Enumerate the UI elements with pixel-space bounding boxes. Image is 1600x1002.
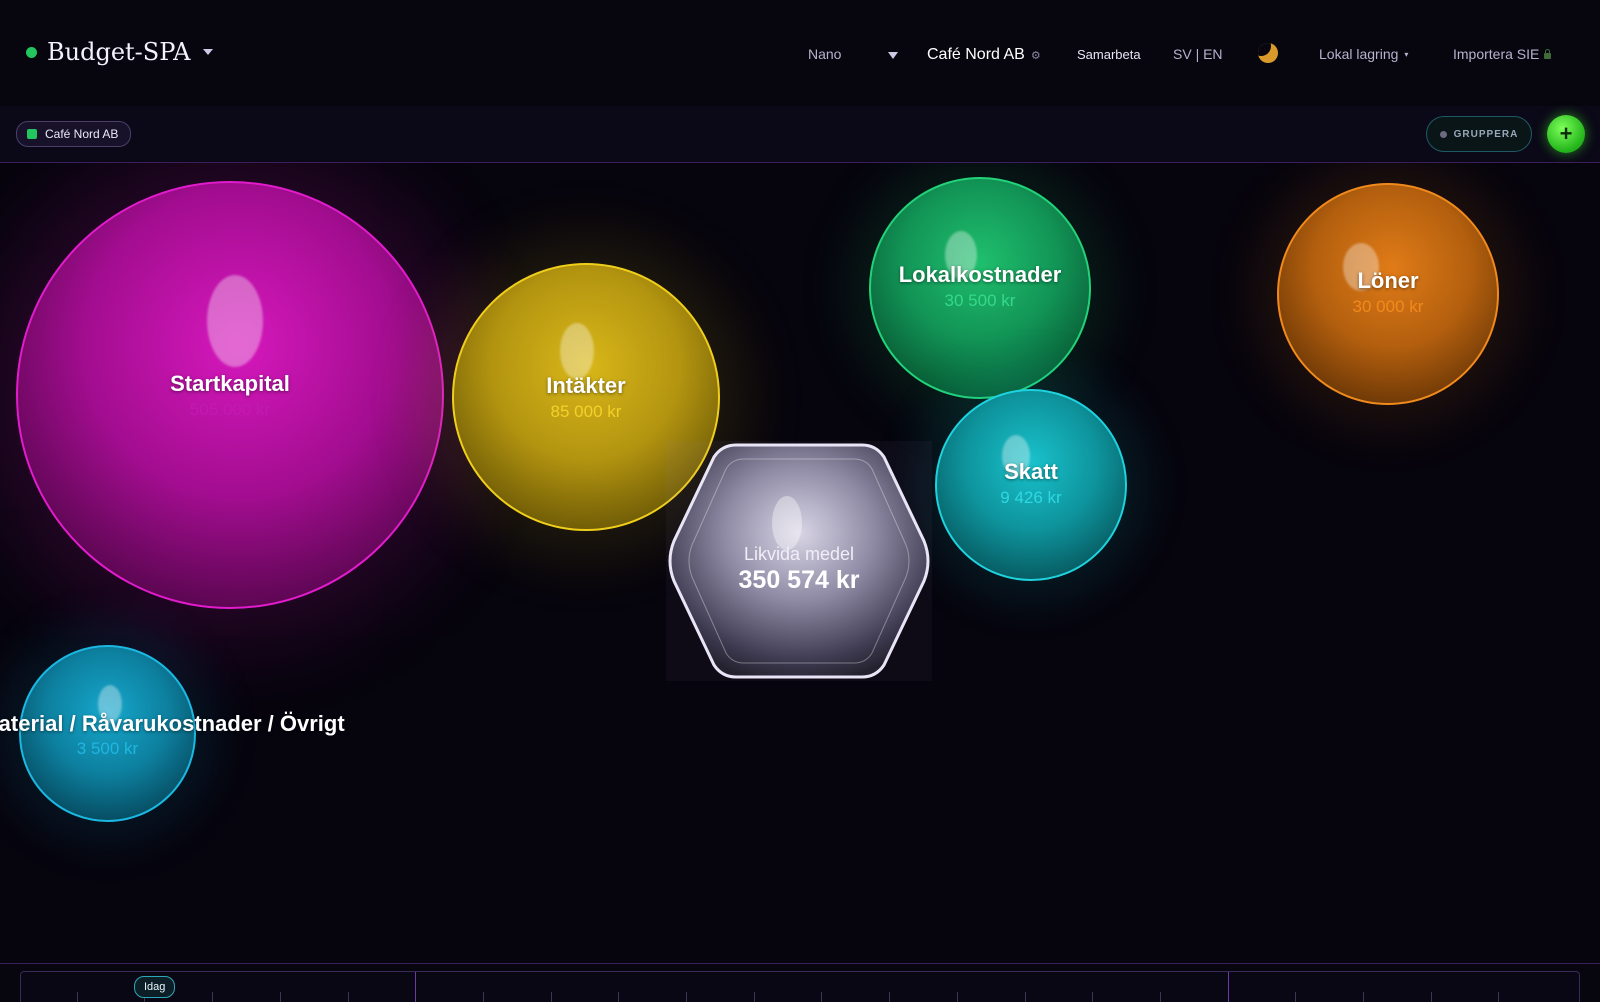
bubble-amount: 30 500 kr [944, 291, 1016, 310]
timeline-tick [1228, 972, 1229, 1002]
storage-menu[interactable]: Lokal lagring ▾ [1319, 46, 1408, 62]
timeline-tick [415, 972, 416, 1002]
timeline-tick [1431, 992, 1432, 1002]
bubble-highlight [560, 323, 594, 379]
group-button[interactable]: GRUPPERA [1426, 116, 1532, 152]
timeline-tick [821, 992, 822, 1002]
status-dot-icon [26, 46, 37, 58]
lock-icon [1544, 49, 1552, 59]
timeline-tick [957, 992, 958, 1002]
import-label: Importera SIE [1453, 46, 1540, 62]
timeline-track[interactable] [20, 971, 1580, 1002]
timeline-tick [1295, 992, 1296, 1002]
import-sie-button[interactable]: Importera SIE [1453, 46, 1552, 62]
chevron-down-icon[interactable] [202, 49, 213, 55]
bubble-loner[interactable]: Löner 30 000 kr [1277, 183, 1499, 405]
timeline-tick [1498, 992, 1499, 1002]
bubble-canvas[interactable]: Startkapital 505 000 kr Intäkter 85 000 … [0, 163, 1600, 963]
timeline-tick [212, 992, 213, 1002]
bubble-label: Löner [1357, 268, 1419, 293]
group-button-label: GRUPPERA [1453, 128, 1519, 140]
timeline-tick [483, 992, 484, 1002]
timeline-tick [348, 992, 349, 1002]
toolbar: Café Nord AB GRUPPERA + [0, 106, 1600, 163]
timeline-tick [754, 992, 755, 1002]
company-chip-label: Café Nord AB [45, 127, 119, 141]
app-brand[interactable]: Budget-SPA [26, 38, 213, 66]
company-name: Café Nord AB [927, 46, 1025, 63]
timeline-tick [77, 992, 78, 1002]
language-toggle[interactable]: SV | EN [1173, 46, 1223, 62]
timeline-tick [1160, 992, 1161, 1002]
bubble-amount: 505 000 kr [189, 400, 271, 419]
timeline-tick [1025, 992, 1026, 1002]
company-selector[interactable]: Café Nord AB ⚙ [927, 46, 1041, 64]
timeline[interactable]: Idag [0, 963, 1600, 1002]
timeline-tick [618, 992, 619, 1002]
bubble-skatt[interactable]: Skatt 9 426 kr [935, 389, 1127, 581]
bubble-label: Intäkter [546, 373, 626, 398]
bubble-material[interactable]: Förbrukningsmaterial / Råvarukostnader /… [0, 645, 345, 822]
bubble-amount: 85 000 kr [550, 402, 622, 421]
model-select-chevron-icon[interactable] [888, 52, 898, 59]
likvida-amount: 350 574 kr [738, 566, 860, 594]
bubble-amount: 9 426 kr [1000, 488, 1062, 507]
bubble-lokalkostnader[interactable]: Lokalkostnader 30 500 kr [869, 177, 1091, 399]
model-select[interactable]: Nano [808, 46, 841, 62]
bubble-label: Förbrukningsmaterial / Råvarukostnader /… [0, 711, 345, 736]
bubble-label: Lokalkostnader [898, 262, 1062, 287]
likvida-label: Likvida medel [743, 544, 855, 564]
gear-icon[interactable]: ⚙ [1031, 50, 1041, 62]
bubble-label: Startkapital [170, 371, 290, 396]
bubble-highlight [207, 275, 263, 367]
timeline-tick [686, 992, 687, 1002]
group-toggle-dot-icon [1439, 130, 1447, 138]
today-marker[interactable]: Idag [134, 976, 176, 998]
company-color-swatch [27, 129, 37, 139]
bubble-label: Skatt [1004, 459, 1058, 484]
bubble-startkapital[interactable]: Startkapital 505 000 kr [16, 181, 444, 609]
timeline-tick [280, 992, 281, 1002]
bubble-amount: 30 000 kr [1352, 297, 1424, 316]
app-title: Budget-SPA [47, 38, 191, 66]
storage-label: Lokal lagring [1319, 46, 1399, 62]
collaborate-link[interactable]: Samarbeta [1077, 47, 1141, 62]
bubble-likvida-medel[interactable]: Likvida medel 350 574 kr [666, 441, 932, 681]
company-chip[interactable]: Café Nord AB [16, 121, 132, 147]
caret-down-icon: ▾ [1404, 50, 1409, 59]
timeline-tick [551, 992, 552, 1002]
timeline-tick [889, 992, 890, 1002]
add-bubble-button[interactable]: + [1547, 115, 1585, 153]
bubble-amount: 3 500 kr [76, 739, 139, 758]
top-bar: Budget-SPA Nano Café Nord AB ⚙ Samarbeta … [0, 0, 1600, 107]
timeline-tick [1363, 992, 1364, 1002]
moon-icon[interactable] [1258, 43, 1278, 63]
timeline-tick [1092, 992, 1093, 1002]
